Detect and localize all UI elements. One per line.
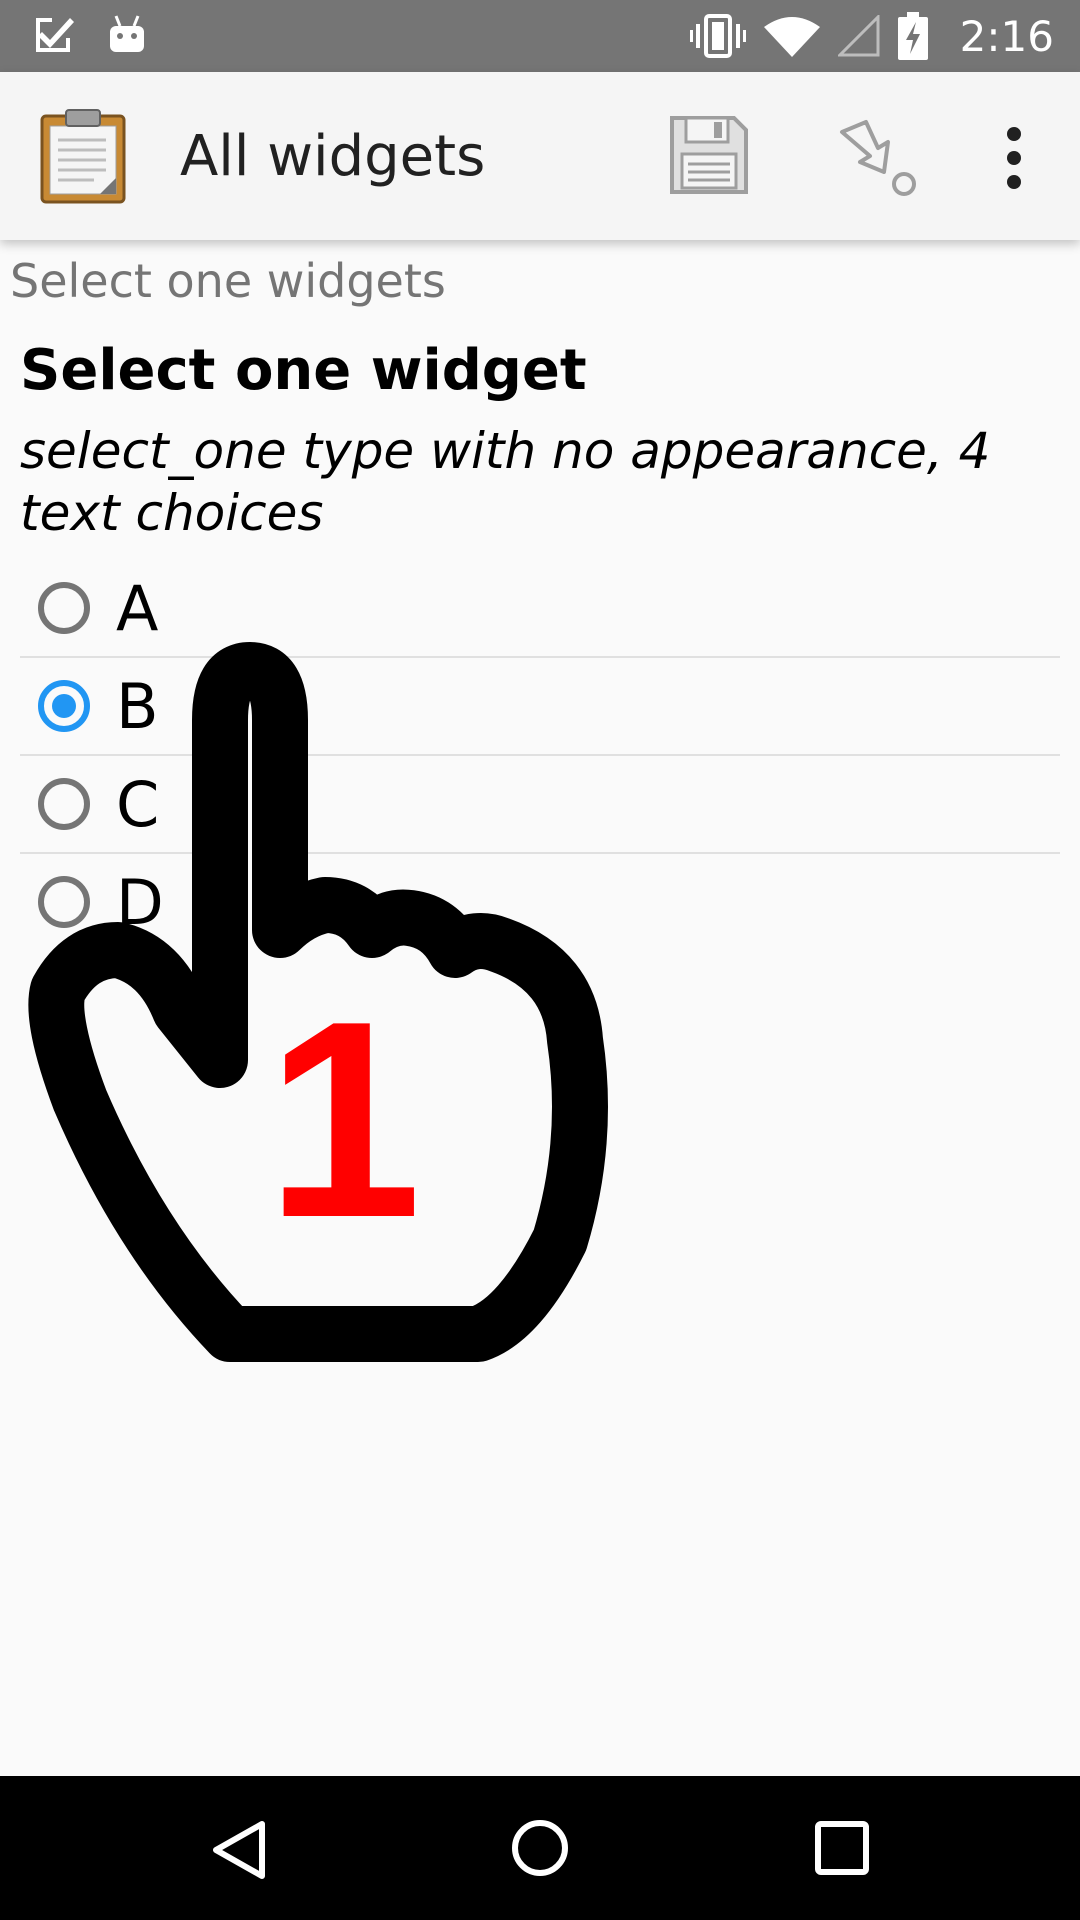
- status-time: 2:16: [959, 11, 1054, 61]
- step-number: 1: [266, 964, 422, 1276]
- question-title: Select one widget: [20, 338, 587, 403]
- jump-to-icon[interactable]: [838, 118, 922, 202]
- overflow-menu-icon[interactable]: [996, 118, 1032, 202]
- tasks-check-icon: [36, 18, 74, 52]
- navigation-bar: [0, 1776, 1080, 1920]
- signal-icon: [837, 15, 880, 57]
- clipboard-app-icon: [40, 109, 126, 204]
- android-icon: [110, 15, 144, 52]
- home-icon[interactable]: [510, 1818, 570, 1878]
- choice-label: A: [116, 571, 159, 645]
- back-icon[interactable]: [210, 1820, 270, 1880]
- wifi-icon: [763, 17, 820, 57]
- radio-button[interactable]: [38, 582, 90, 634]
- recents-icon[interactable]: [814, 1820, 870, 1876]
- question-hint: select_one type with no appearance, 4 te…: [20, 422, 991, 542]
- group-label: Select one widgets: [10, 254, 446, 308]
- app-title: All widgets: [180, 124, 486, 189]
- status-bar: 2:16: [0, 0, 1080, 72]
- app-bar: All widgets: [0, 72, 1080, 240]
- save-icon[interactable]: [668, 114, 750, 196]
- battery-charging-icon: [897, 12, 928, 60]
- vibrate-icon: [689, 14, 746, 58]
